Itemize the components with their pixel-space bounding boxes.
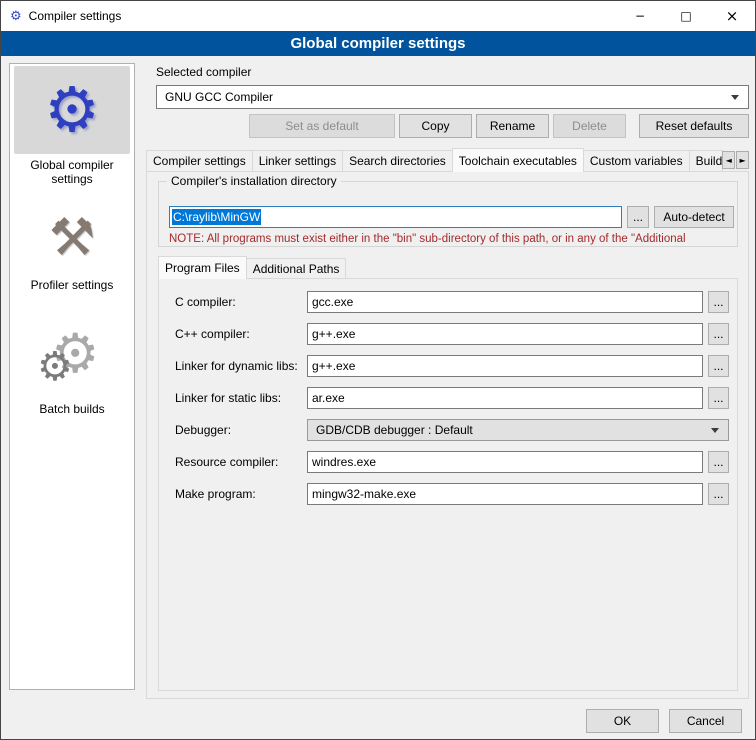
field-label: Make program: bbox=[175, 487, 256, 501]
dialog-header-title: Global compiler settings bbox=[1, 31, 755, 56]
installation-directory-groupbox: Compiler's installation directory C:\ray… bbox=[158, 181, 738, 247]
sidebar-item-profiler-settings[interactable]: ⚒ Profiler settings bbox=[12, 202, 132, 292]
field-label: Debugger: bbox=[175, 423, 231, 437]
field-row-make-program: Make program: ... bbox=[159, 483, 737, 505]
gear-icon: ⚙ bbox=[44, 79, 100, 141]
subtab-additional-paths[interactable]: Additional Paths bbox=[246, 258, 347, 278]
cpp-compiler-input[interactable] bbox=[307, 323, 703, 345]
tab-custom-variables[interactable]: Custom variables bbox=[583, 150, 690, 171]
install-dir-input[interactable]: C:\raylib\MinGW bbox=[169, 206, 622, 228]
tab-linker-settings[interactable]: Linker settings bbox=[252, 150, 343, 171]
titlebar: ⚙ Compiler settings − □ × bbox=[1, 1, 755, 31]
linker-static-input[interactable] bbox=[307, 387, 703, 409]
field-row-linker-dynamic: Linker for dynamic libs: ... bbox=[159, 355, 737, 377]
sidebar-item-global-compiler-settings[interactable]: ⚙ Global compiler settings bbox=[12, 66, 132, 186]
field-row-c-compiler: C compiler: ... bbox=[159, 291, 737, 313]
browse-install-dir-button[interactable]: ... bbox=[627, 206, 649, 228]
sidebar-item-label: Profiler settings bbox=[26, 278, 118, 292]
window-controls: − □ × bbox=[617, 1, 755, 31]
minimize-button[interactable]: − bbox=[617, 1, 663, 31]
browse-linker-dynamic-button[interactable]: ... bbox=[708, 355, 729, 377]
hammer-icon-box: ⚒ bbox=[14, 202, 130, 274]
browse-c-compiler-button[interactable]: ... bbox=[708, 291, 729, 313]
tab-compiler-settings[interactable]: Compiler settings bbox=[146, 150, 253, 171]
toolchain-executables-panel: Compiler's installation directory C:\ray… bbox=[146, 171, 749, 699]
field-label: C compiler: bbox=[175, 295, 236, 309]
subtab-program-files[interactable]: Program Files bbox=[158, 256, 247, 279]
field-label: Linker for static libs: bbox=[175, 391, 281, 405]
reset-defaults-button[interactable]: Reset defaults bbox=[639, 114, 749, 138]
maximize-button[interactable]: □ bbox=[663, 1, 709, 31]
browse-linker-static-button[interactable]: ... bbox=[708, 387, 729, 409]
resource-compiler-input[interactable] bbox=[307, 451, 703, 473]
field-label: Linker for dynamic libs: bbox=[175, 359, 298, 373]
gears-gray-icon-box: ⚙ ⚙ bbox=[14, 326, 130, 398]
gears-icon: ⚙ ⚙ bbox=[35, 329, 109, 395]
field-label: C++ compiler: bbox=[175, 327, 250, 341]
copy-button[interactable]: Copy bbox=[399, 114, 472, 138]
tab-toolchain-executables[interactable]: Toolchain executables bbox=[452, 148, 584, 172]
field-row-resource-compiler: Resource compiler: ... bbox=[159, 451, 737, 473]
linker-dynamic-input[interactable] bbox=[307, 355, 703, 377]
chevron-down-icon bbox=[731, 95, 739, 100]
debugger-select[interactable]: GDB/CDB debugger : Default bbox=[307, 419, 729, 441]
browse-resource-compiler-button[interactable]: ... bbox=[708, 451, 729, 473]
selected-compiler-label: Selected compiler bbox=[156, 65, 251, 79]
tab-scroll-right-button[interactable]: ► bbox=[736, 151, 749, 169]
settings-category-sidebar: ⚙ Global compiler settings ⚒ Profiler se… bbox=[9, 63, 135, 690]
bin-subdirectory-note: NOTE: All programs must exist either in … bbox=[169, 233, 747, 245]
c-compiler-input[interactable] bbox=[307, 291, 703, 313]
compiler-actions-row: Set as default Copy Rename Delete Reset … bbox=[156, 114, 749, 138]
hammer-icon: ⚒ bbox=[49, 212, 96, 264]
browse-make-program-button[interactable]: ... bbox=[708, 483, 729, 505]
gear-blue-icon-box: ⚙ bbox=[14, 66, 130, 154]
field-row-debugger: Debugger: GDB/CDB debugger : Default bbox=[159, 419, 737, 441]
tab-build-options[interactable]: Build bbox=[689, 150, 724, 171]
program-files-tab-bar: Program Files Additional Paths bbox=[158, 256, 345, 279]
auto-detect-button[interactable]: Auto-detect bbox=[654, 206, 734, 228]
sidebar-item-label: Global compiler settings bbox=[26, 158, 118, 186]
make-program-input[interactable] bbox=[307, 483, 703, 505]
ok-button[interactable]: OK bbox=[586, 709, 659, 733]
app-gear-icon: ⚙ bbox=[10, 10, 22, 23]
set-as-default-button[interactable]: Set as default bbox=[249, 114, 395, 138]
install-dir-value: C:\raylib\MinGW bbox=[172, 209, 261, 225]
sidebar-item-batch-builds[interactable]: ⚙ ⚙ Batch builds bbox=[12, 326, 132, 416]
selected-compiler-value: GNU GCC Compiler bbox=[165, 90, 273, 104]
gear-front-icon: ⚙ bbox=[37, 347, 73, 387]
chevron-down-icon bbox=[711, 428, 719, 433]
close-button[interactable]: × bbox=[709, 1, 755, 31]
tab-scroll-left-button[interactable]: ◄ bbox=[722, 151, 735, 169]
sidebar-item-label: Batch builds bbox=[26, 402, 118, 416]
field-label: Resource compiler: bbox=[175, 455, 278, 469]
cancel-button[interactable]: Cancel bbox=[669, 709, 742, 733]
browse-cpp-compiler-button[interactable]: ... bbox=[708, 323, 729, 345]
settings-tab-bar: Compiler settings Linker settings Search… bbox=[146, 148, 749, 172]
rename-button[interactable]: Rename bbox=[476, 114, 549, 138]
field-row-linker-static: Linker for static libs: ... bbox=[159, 387, 737, 409]
installation-directory-legend: Compiler's installation directory bbox=[167, 174, 341, 188]
debugger-value: GDB/CDB debugger : Default bbox=[316, 423, 473, 437]
selected-compiler-dropdown[interactable]: GNU GCC Compiler bbox=[156, 85, 749, 109]
compiler-settings-window: ⚙ Compiler settings − □ × Global compile… bbox=[0, 0, 756, 740]
window-title: Compiler settings bbox=[29, 9, 122, 23]
delete-button[interactable]: Delete bbox=[553, 114, 626, 138]
program-files-panel: C compiler: ... C++ compiler: ... Linker… bbox=[158, 278, 738, 691]
field-row-cpp-compiler: C++ compiler: ... bbox=[159, 323, 737, 345]
tab-search-directories[interactable]: Search directories bbox=[342, 150, 453, 171]
